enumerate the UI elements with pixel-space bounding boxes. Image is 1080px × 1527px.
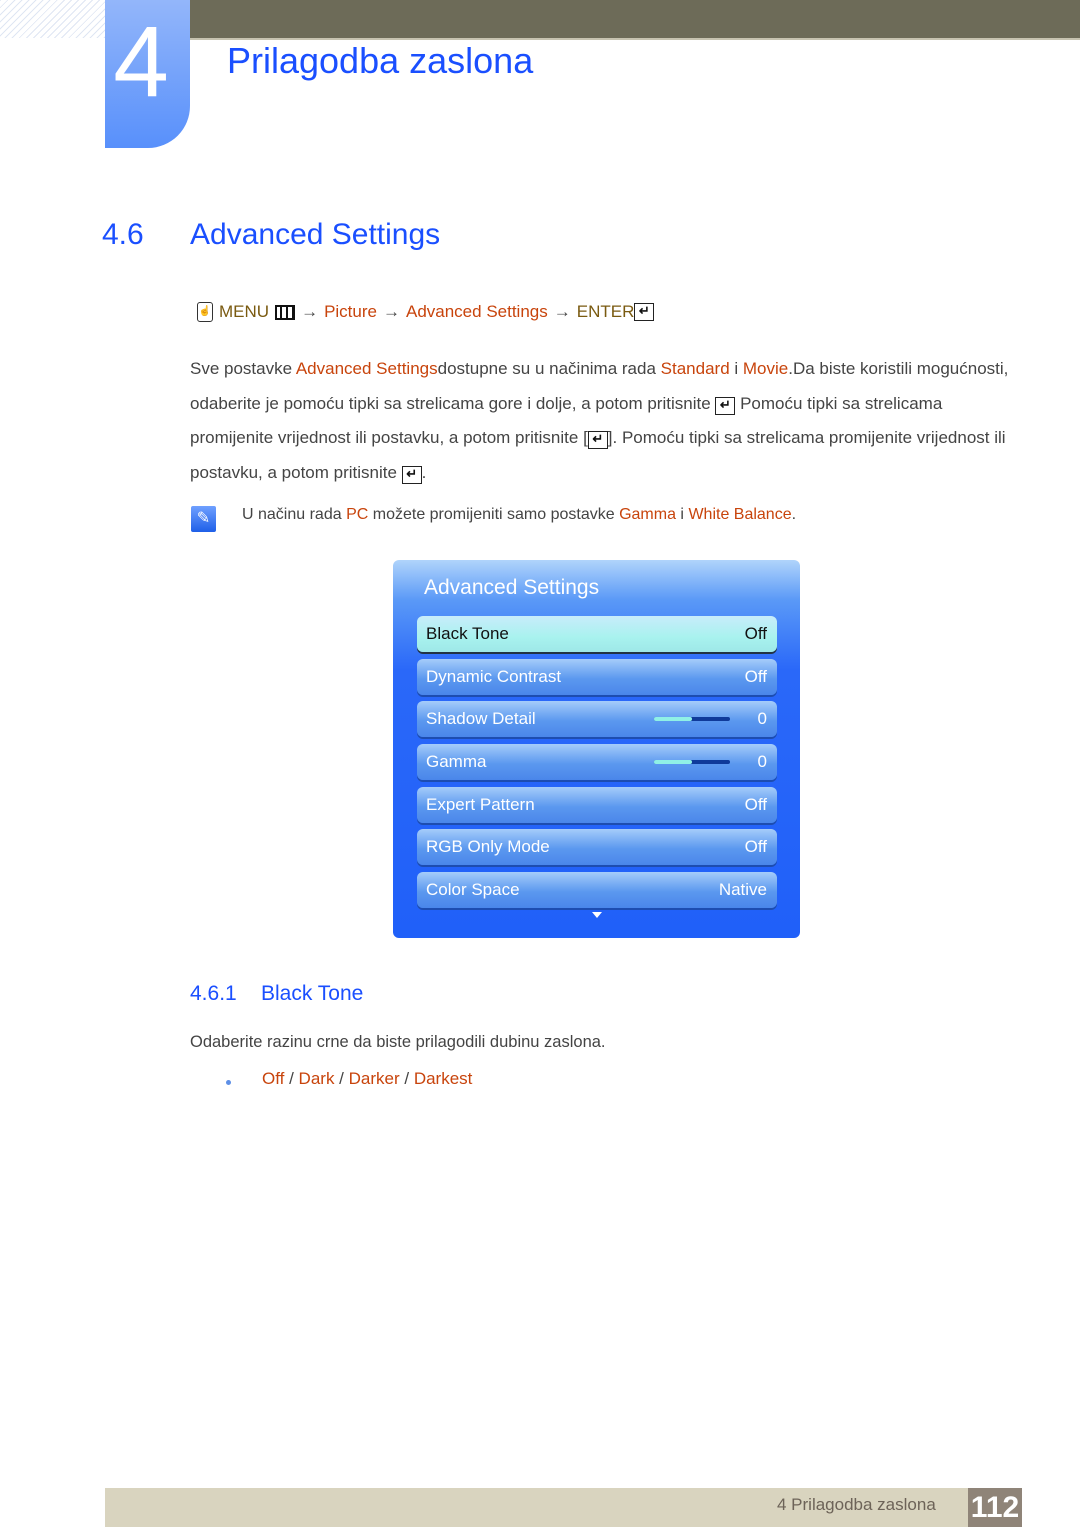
header-hatch-decoration	[0, 0, 105, 38]
chapter-number: 4	[113, 6, 169, 118]
highlight-advanced-settings: Advanced Settings	[295, 359, 438, 378]
text: i	[675, 506, 689, 523]
subsection-number: 4.6.1	[190, 982, 237, 1005]
menu-icon	[275, 304, 296, 320]
osd-item-value: Off	[744, 624, 767, 643]
separator: /	[334, 1069, 349, 1088]
option-darker: Darker	[348, 1069, 400, 1088]
osd-item-label: Shadow Detail	[426, 709, 536, 728]
option-dark: Dark	[298, 1069, 335, 1088]
separator: /	[399, 1069, 414, 1088]
shadow-detail-slider[interactable]	[653, 717, 730, 721]
separator: /	[284, 1069, 299, 1088]
highlight-standard: Standard	[660, 359, 730, 378]
slider-fill	[653, 760, 692, 764]
text: Sve postavke	[190, 359, 296, 378]
osd-item-rgb-only-mode[interactable]: RGB Only Mode Off	[417, 829, 777, 865]
enter-icon: ↵	[587, 431, 608, 449]
enter-icon: ↵	[634, 303, 655, 321]
osd-item-value: Off	[744, 795, 767, 814]
scroll-down-arrow-icon[interactable]	[592, 912, 602, 918]
osd-item-value: 0	[757, 709, 767, 728]
osd-item-value: 0	[757, 752, 767, 771]
path-arrow: →	[382, 302, 400, 321]
osd-item-label: Gamma	[426, 752, 487, 771]
highlight-gamma: Gamma	[619, 506, 676, 523]
subsection-body: Odaberite razinu crne da biste prilagodi…	[190, 1033, 606, 1051]
section-title: Advanced Settings	[190, 218, 441, 251]
black-tone-options: Off / Dark / Darker / Darkest	[262, 1069, 472, 1089]
osd-item-label: RGB Only Mode	[426, 837, 550, 856]
text: .	[791, 506, 797, 523]
subsection-title: Black Tone	[261, 982, 364, 1005]
osd-item-label: Black Tone	[426, 624, 509, 643]
menu-label: MENU	[219, 302, 270, 321]
osd-item-value: Off	[744, 667, 767, 686]
enter-icon: ↵	[401, 465, 422, 484]
highlight-movie: Movie	[742, 359, 789, 378]
header-bar	[190, 0, 1080, 38]
bullet-icon	[226, 1080, 231, 1085]
osd-item-shadow-detail[interactable]: Shadow Detail 0	[417, 701, 777, 737]
intro-paragraph: Sve postavke Advanced Settingsdostupne s…	[190, 352, 1010, 490]
highlight-white-balance: White Balance	[688, 506, 792, 523]
slider-fill	[653, 717, 692, 721]
text: .	[421, 462, 427, 482]
footer-chapter-label: 4 Prilagodba zaslona	[777, 1495, 936, 1514]
osd-item-black-tone[interactable]: Black Tone Off	[417, 616, 777, 652]
text: i	[729, 359, 743, 378]
path-arrow: →	[553, 302, 571, 321]
osd-title: Advanced Settings	[424, 576, 600, 599]
path-arrow: →	[301, 302, 319, 321]
path-step-advanced-settings: Advanced Settings	[405, 302, 548, 321]
osd-item-label: Color Space	[426, 880, 520, 899]
highlight-pc: PC	[346, 506, 369, 523]
note-pencil-icon: ✎	[191, 506, 216, 532]
path-step-picture: Picture	[324, 302, 377, 321]
osd-item-color-space[interactable]: Color Space Native	[417, 872, 777, 908]
gamma-slider[interactable]	[653, 760, 730, 764]
osd-item-value: Off	[744, 837, 767, 856]
menu-path: ☝ MENU → Picture → Advanced Settings → E…	[197, 302, 655, 322]
note-text: U načinu rada PC možete promijeniti samo…	[242, 506, 796, 524]
osd-item-label: Expert Pattern	[426, 795, 535, 814]
option-darkest: Darkest	[413, 1069, 473, 1088]
section-number: 4.6	[102, 218, 144, 251]
osd-item-gamma[interactable]: Gamma 0	[417, 744, 777, 780]
remote-hand-icon: ☝	[197, 302, 213, 322]
osd-item-dynamic-contrast[interactable]: Dynamic Contrast Off	[417, 659, 777, 695]
enter-icon: ↵	[715, 396, 736, 415]
enter-label: ENTER	[576, 302, 635, 321]
text: možete promijeniti samo postavke	[368, 506, 620, 523]
chapter-title: Prilagodba zaslona	[227, 40, 534, 81]
page-number: 112	[968, 1488, 1022, 1527]
osd-item-label: Dynamic Contrast	[426, 667, 562, 686]
option-off: Off	[262, 1069, 285, 1088]
text: dostupne su u načinima rada	[437, 359, 661, 378]
osd-item-value: Native	[718, 880, 767, 899]
osd-item-expert-pattern[interactable]: Expert Pattern Off	[417, 787, 777, 823]
osd-advanced-settings-menu: Advanced Settings Black Tone Off Dynamic…	[393, 560, 800, 938]
text: U načinu rada	[242, 506, 347, 523]
